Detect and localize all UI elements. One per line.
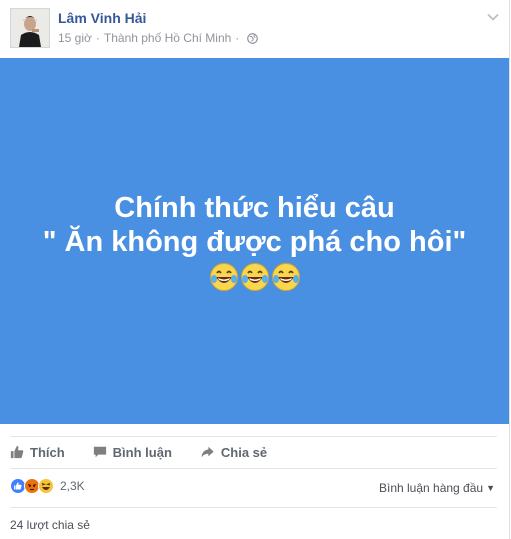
avatar-photo bbox=[11, 9, 49, 47]
divider bbox=[10, 436, 497, 437]
post-meta: 15 giờ · Thành phố Hồ Chí Minh · bbox=[58, 31, 259, 47]
thumbs-up-icon bbox=[10, 445, 24, 459]
comment-button[interactable]: Bình luận bbox=[93, 438, 172, 466]
reaction-count[interactable]: 2,3K bbox=[60, 479, 85, 493]
share-count[interactable]: 24 lượt chia sẻ bbox=[10, 518, 90, 532]
divider bbox=[10, 507, 497, 508]
chevron-down-icon[interactable] bbox=[486, 10, 500, 24]
post-image-line-1: Chính thức hiểu câu bbox=[114, 191, 395, 224]
caret-down-icon: ▼ bbox=[486, 483, 495, 493]
post-location[interactable]: Thành phố Hồ Chí Minh bbox=[104, 31, 231, 45]
laughing-tears-emoji bbox=[209, 262, 238, 291]
comments-sort-dropdown[interactable]: Bình luận hàng đầu ▼ bbox=[379, 481, 495, 495]
author-name[interactable]: Lâm Vinh Hải bbox=[58, 10, 146, 26]
laughing-tears-emoji bbox=[240, 262, 269, 291]
divider bbox=[10, 468, 497, 469]
laughing-tears-emoji bbox=[271, 262, 300, 291]
like-label: Thích bbox=[30, 444, 65, 460]
haha-reaction-icon bbox=[38, 478, 54, 494]
post-image-line-2: " Ăn không được phá cho hôi" bbox=[42, 225, 467, 258]
author-avatar[interactable] bbox=[10, 8, 50, 48]
post-header: Lâm Vinh Hải 15 giờ · Thành phố Hồ Chí Min… bbox=[10, 8, 500, 52]
post-card: Lâm Vinh Hải 15 giờ · Thành phố Hồ Chí Min… bbox=[0, 0, 510, 539]
share-label: Chia sẻ bbox=[220, 444, 268, 460]
reaction-summary[interactable]: 2,3K bbox=[10, 478, 85, 494]
post-image[interactable]: Chính thức hiểu câu " Ăn không được phá … bbox=[0, 58, 509, 424]
comment-label: Bình luận bbox=[112, 444, 172, 460]
post-time[interactable]: 15 giờ bbox=[58, 31, 92, 45]
emoji-row bbox=[209, 262, 301, 292]
comments-sort-label: Bình luận hàng đầu bbox=[378, 481, 484, 495]
post-image-text: Chính thức hiểu câu " Ăn không được phá … bbox=[43, 191, 467, 259]
globe-icon[interactable] bbox=[247, 33, 259, 47]
action-bar: Thích Bình luận Chia sẻ bbox=[10, 438, 295, 466]
share-button[interactable]: Chia sẻ bbox=[200, 438, 267, 466]
share-icon bbox=[201, 446, 214, 458]
comment-icon bbox=[93, 446, 106, 458]
like-button[interactable]: Thích bbox=[10, 438, 65, 466]
